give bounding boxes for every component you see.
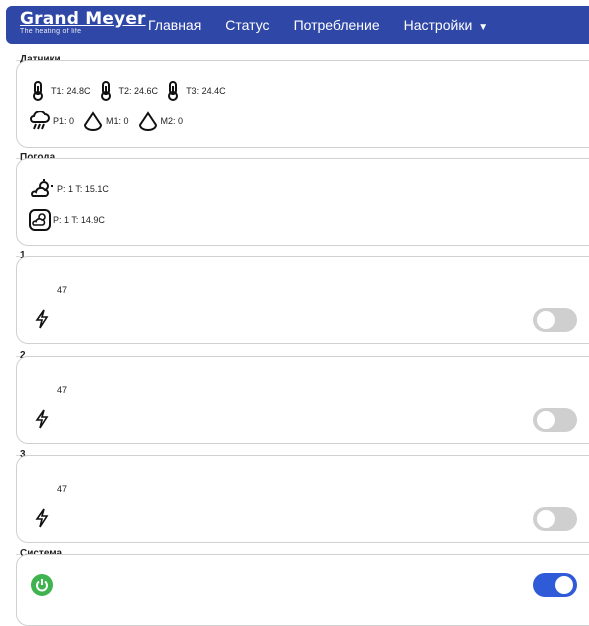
power-icon[interactable] xyxy=(31,574,53,596)
sensor-p1: P1: 0 xyxy=(29,111,74,131)
nav-settings-label: Настройки xyxy=(403,17,473,33)
toggle-knob xyxy=(537,411,555,429)
channel-2-toggle[interactable] xyxy=(533,408,577,432)
sensor-m1: M1: 0 xyxy=(82,111,129,131)
nav-consumption[interactable]: Потребление xyxy=(294,17,380,33)
brand-tagline: The heating of life xyxy=(20,28,82,35)
partly-cloudy-icon xyxy=(31,179,53,197)
channel-3-toggle[interactable] xyxy=(533,507,577,531)
t3-value: T3: 24.4C xyxy=(186,86,226,96)
t1-value: T1: 24.8C xyxy=(51,86,91,96)
toggle-knob xyxy=(537,311,555,329)
channel-1-value: 47 xyxy=(57,285,68,295)
t2-value: T2: 24.6C xyxy=(118,86,159,96)
lightning-icon xyxy=(35,309,49,329)
weather-2-value: P: 1 T: 14.9C xyxy=(53,215,105,225)
temperature-row: T1: 24.8C T2: 24.6C T3: 24.4C xyxy=(31,81,234,101)
sensor-t1: T1: 24.8C xyxy=(31,81,91,101)
power-symbol-icon xyxy=(36,579,48,592)
sensor-t3: T3: 24.4C xyxy=(166,81,226,101)
weather-row-2: P: 1 T: 14.9C xyxy=(29,209,105,231)
channel-2-value: 47 xyxy=(57,385,68,395)
lightning-icon xyxy=(35,508,49,528)
main-nav: Главная Статус Потребление Настройки ▼ xyxy=(148,6,488,44)
lightning-icon xyxy=(35,409,49,429)
system-toggle[interactable] xyxy=(533,573,577,597)
m1-value: M1: 0 xyxy=(106,116,129,126)
channel-1-panel: 47 xyxy=(16,256,589,344)
channel-2-panel: 47 xyxy=(16,356,589,444)
rain-cloud-icon xyxy=(30,111,50,130)
m2-value: M2: 0 xyxy=(160,116,184,126)
drop-icon xyxy=(138,111,157,131)
weather-1-value: P: 1 T: 15.1C xyxy=(57,184,109,194)
nav-home[interactable]: Главная xyxy=(148,17,201,33)
sensor-m2: M2: 0 xyxy=(137,111,184,131)
drop-icon xyxy=(84,111,103,131)
brand-title: Grand Meyer xyxy=(20,9,146,29)
top-navbar: Grand Meyer The heating of life Главная … xyxy=(6,6,589,44)
nav-settings[interactable]: Настройки ▼ xyxy=(404,17,489,33)
thermometer-icon xyxy=(100,81,111,101)
channel-3-panel: 47 xyxy=(16,455,589,543)
brand-logo[interactable]: Grand Meyer The heating of life xyxy=(20,10,146,36)
toggle-knob xyxy=(555,576,573,594)
toggle-knob xyxy=(537,510,555,528)
weather-panel: P: 1 T: 15.1C P: 1 T: 14.9C xyxy=(16,158,589,246)
partly-cloudy-square-icon xyxy=(29,209,51,231)
sensors-panel: T1: 24.8C T2: 24.6C T3: 24.4C P1: 0 M1: … xyxy=(16,60,589,148)
nav-status[interactable]: Статус xyxy=(225,17,269,33)
channel-3-value: 47 xyxy=(57,484,68,494)
caret-down-icon: ▼ xyxy=(478,22,489,33)
sensor-t2: T2: 24.6C xyxy=(99,81,159,101)
thermometer-icon xyxy=(33,81,43,101)
p1-value: P1: 0 xyxy=(53,116,75,126)
system-panel xyxy=(16,554,589,626)
thermometer-icon xyxy=(168,81,179,101)
channel-1-toggle[interactable] xyxy=(533,308,577,332)
pressure-row: P1: 0 M1: 0 M2: 0 xyxy=(29,111,191,131)
weather-row-1: P: 1 T: 15.1C xyxy=(29,179,109,199)
